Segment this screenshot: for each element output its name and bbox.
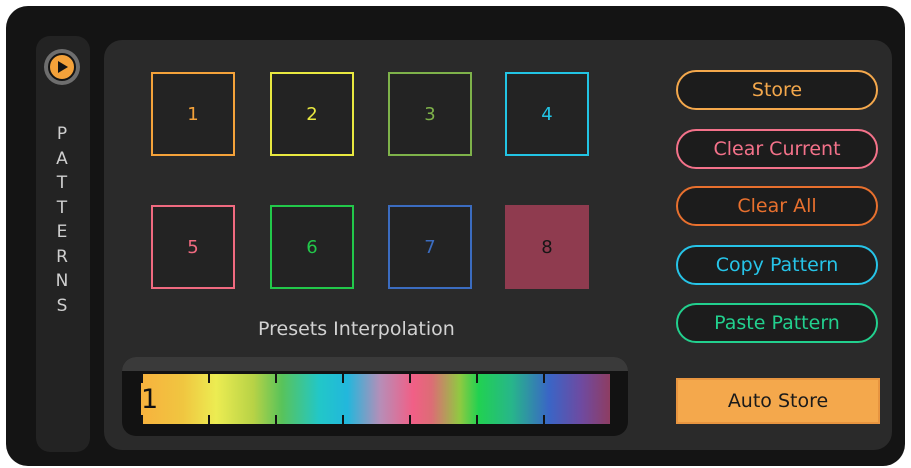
slider-tick <box>342 374 344 383</box>
interpolation-value: 1 <box>141 384 159 415</box>
sidebar-title-letter: A <box>56 148 68 169</box>
slider-tick <box>208 415 210 424</box>
clear-all-button[interactable]: Clear All <box>676 186 878 226</box>
paste-pattern-label: Paste Pattern <box>714 312 840 334</box>
pattern-slot-5[interactable]: 5 <box>151 205 235 289</box>
copy-pattern-label: Copy Pattern <box>715 254 839 276</box>
slider-bevel <box>122 357 628 371</box>
pattern-slot-4[interactable]: 4 <box>505 72 589 156</box>
slider-tick <box>141 415 143 424</box>
slider-tick <box>543 374 545 383</box>
slider-tick <box>409 415 411 424</box>
slot-label: 5 <box>187 236 199 258</box>
paste-pattern-button[interactable]: Paste Pattern <box>676 303 878 343</box>
clear-current-button[interactable]: Clear Current <box>676 129 878 169</box>
pattern-slot-8[interactable]: 8 <box>505 205 589 289</box>
clear-all-label: Clear All <box>737 195 817 217</box>
sidebar-title-letter: R <box>56 246 68 267</box>
interpolation-label: Presets Interpolation <box>258 318 455 340</box>
pattern-slot-6[interactable]: 6 <box>270 205 354 289</box>
sidebar-title-letter: N <box>55 271 69 291</box>
interpolation-slider[interactable] <box>141 374 610 424</box>
copy-pattern-button[interactable]: Copy Pattern <box>676 245 878 285</box>
auto-store-toggle[interactable]: Auto Store <box>676 378 880 424</box>
sidebar-title-letter: S <box>56 295 68 316</box>
slider-tick <box>543 415 545 424</box>
slider-tick <box>208 374 210 383</box>
slot-label: 7 <box>424 236 436 258</box>
slider-tick <box>476 415 478 424</box>
slot-label: 4 <box>541 103 553 125</box>
play-button[interactable] <box>44 49 80 85</box>
slot-label: 8 <box>541 236 553 258</box>
pattern-slot-2[interactable]: 2 <box>270 72 354 156</box>
auto-store-label: Auto Store <box>727 390 829 412</box>
slider-tick <box>141 374 143 383</box>
slider-tick <box>275 415 277 424</box>
sidebar-title: PATTERNS <box>52 122 72 318</box>
slot-label: 6 <box>306 236 318 258</box>
pattern-slot-7[interactable]: 7 <box>388 205 472 289</box>
store-button[interactable]: Store <box>676 70 878 110</box>
slot-label: 1 <box>187 103 199 125</box>
slider-tick <box>275 374 277 383</box>
sidebar-title-letter: P <box>56 124 68 144</box>
clear-current-label: Clear Current <box>713 138 841 160</box>
slot-label: 2 <box>306 103 318 125</box>
slot-label: 3 <box>424 103 436 125</box>
play-icon <box>48 53 76 81</box>
slider-tick <box>409 374 411 383</box>
pattern-slot-3[interactable]: 3 <box>388 72 472 156</box>
slider-tick <box>476 374 478 383</box>
sidebar-title-letter: E <box>56 222 68 242</box>
slider-tick <box>342 415 344 424</box>
sidebar-title-letter: T <box>56 197 68 218</box>
pattern-slot-1[interactable]: 1 <box>151 72 235 156</box>
sidebar-title-letter: T <box>56 173 68 193</box>
store-label: Store <box>751 79 803 101</box>
